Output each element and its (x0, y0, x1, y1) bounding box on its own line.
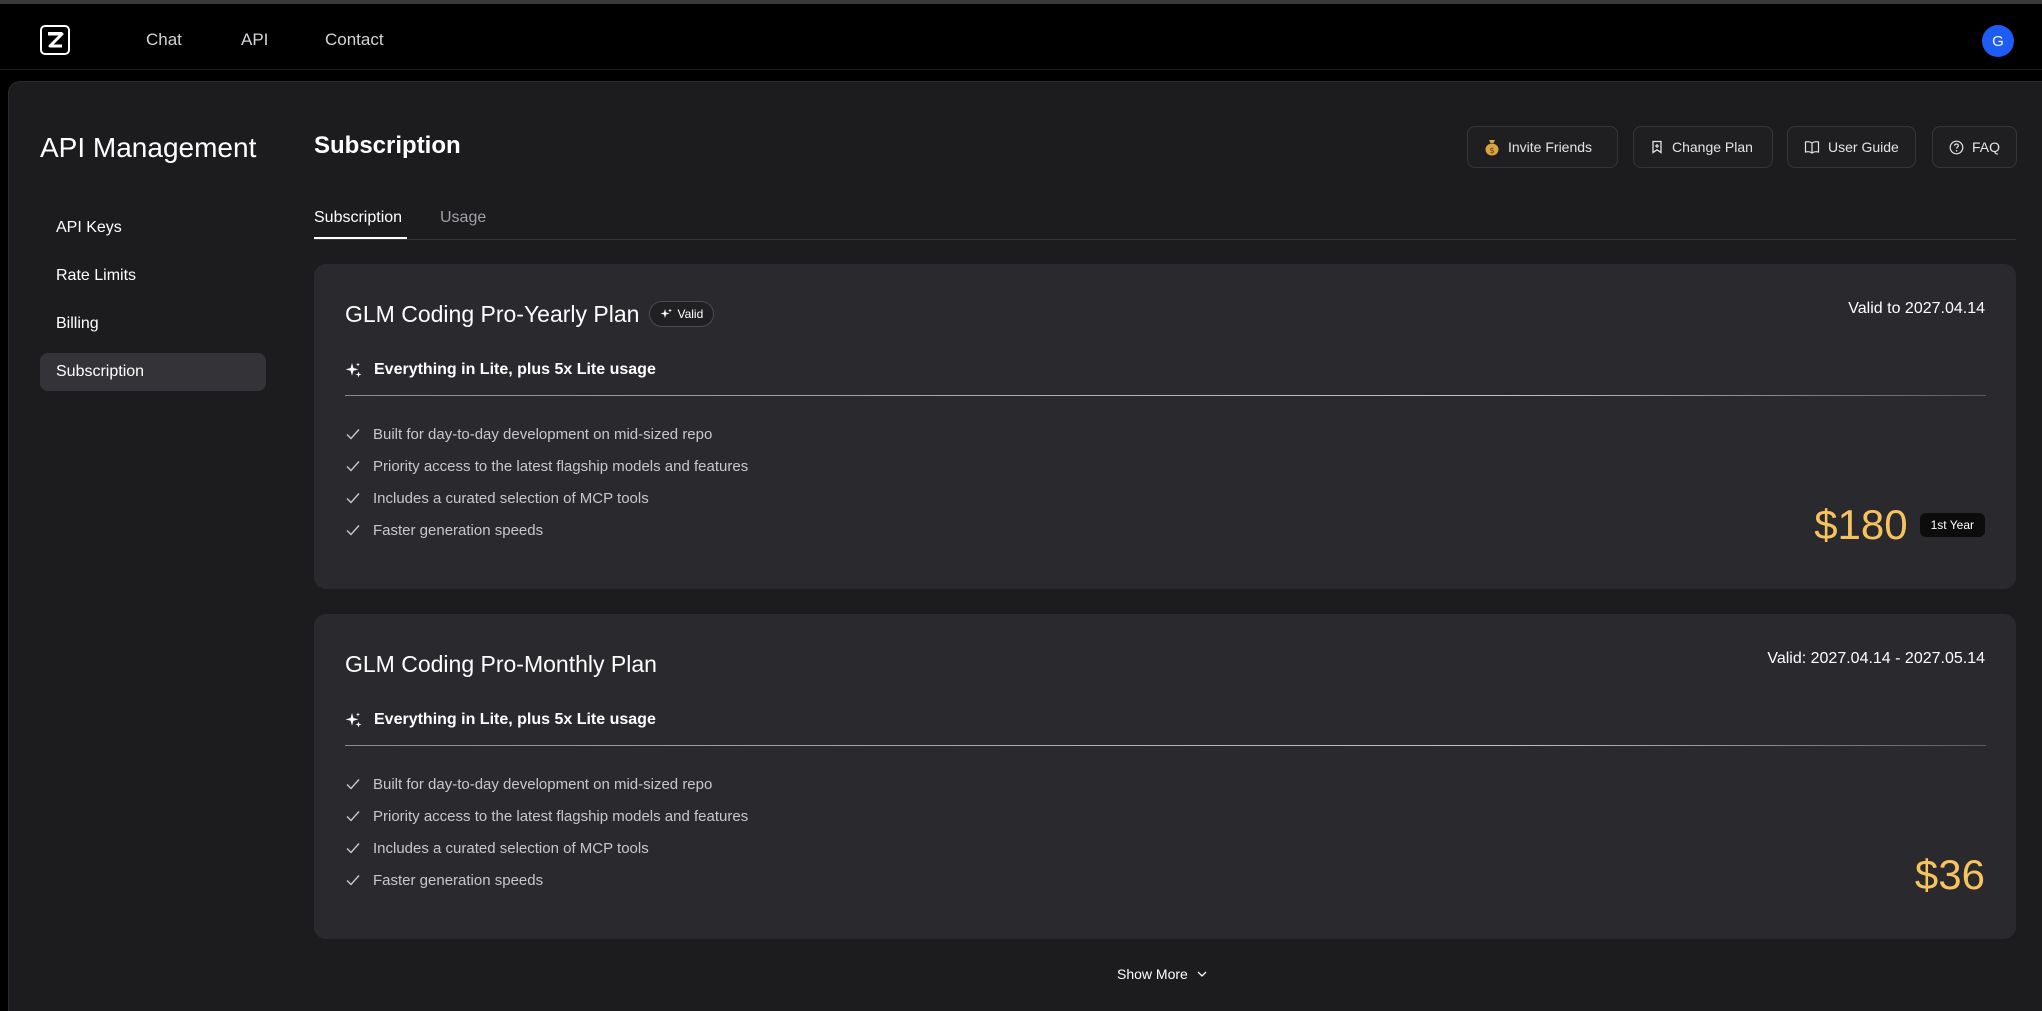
user-avatar[interactable]: G (1982, 25, 2014, 57)
plan-title: GLM Coding Pro-Monthly Plan (345, 649, 657, 679)
money-bag-icon: $ (1485, 140, 1499, 156)
plan-card-yearly: GLM Coding Pro-Yearly Plan Valid Valid t… (314, 264, 2016, 589)
nav-api[interactable]: API (241, 28, 268, 52)
plan-highlight: Everything in Lite, plus 5x Lite usage (345, 711, 656, 729)
change-plan-button[interactable]: Change Plan (1633, 126, 1773, 168)
feature-list: Built for day-to-day development on mid-… (345, 418, 748, 546)
price-block: $36 (1915, 851, 1985, 899)
feature-text: Includes a curated selection of MCP tool… (373, 489, 649, 507)
feature-text: Built for day-to-day development on mid-… (373, 425, 713, 443)
status-badge: Valid (649, 301, 715, 327)
feature-text: Priority access to the latest flagship m… (373, 807, 749, 825)
sparkles-icon (345, 712, 362, 727)
plan-highlight: Everything in Lite, plus 5x Lite usage (345, 361, 656, 379)
plan-highlight-text: Everything in Lite, plus 5x Lite usage (374, 711, 656, 728)
check-icon (346, 779, 360, 790)
list-item: Faster generation speeds (345, 864, 748, 896)
feature-text: Built for day-to-day development on mid-… (373, 775, 713, 793)
check-icon (346, 461, 360, 472)
book-icon (1804, 141, 1820, 154)
plan-price: $180 (1814, 501, 1908, 548)
sidebar-title: API Management (40, 132, 257, 163)
check-icon (346, 875, 360, 886)
plan-validity: Valid to 2027.04.14 (1848, 300, 1985, 317)
tab-subscription[interactable]: Subscription (314, 206, 402, 230)
list-item: Priority access to the latest flagship m… (345, 450, 748, 482)
tab-bar: Subscription Usage (314, 202, 2016, 240)
sparkles-icon (345, 362, 362, 377)
active-tab-indicator (314, 237, 407, 239)
sidebar-item-rate-limits[interactable]: Rate Limits (40, 257, 266, 295)
plan-card-monthly: GLM Coding Pro-Monthly Plan Valid: 2027.… (314, 614, 2016, 939)
show-more-label: Show More (1117, 966, 1188, 982)
sidebar-item-subscription[interactable]: Subscription (40, 353, 266, 391)
list-item: Includes a curated selection of MCP tool… (345, 832, 748, 864)
plan-highlight-text: Everything in Lite, plus 5x Lite usage (374, 361, 656, 378)
plan-price: $36 (1914, 851, 1985, 898)
plan-name: GLM Coding Pro-Yearly Plan (345, 301, 640, 327)
nav-contact[interactable]: Contact (325, 28, 384, 52)
page-title: Subscription (314, 132, 461, 159)
check-icon (346, 493, 360, 504)
plan-name: GLM Coding Pro-Monthly Plan (345, 651, 657, 677)
list-item: Faster generation speeds (345, 514, 748, 546)
sidebar-item-billing[interactable]: Billing (40, 305, 266, 343)
bookmark-icon (1652, 140, 1662, 154)
invite-friends-button[interactable]: $ Invite Friends (1467, 126, 1618, 168)
top-navbar: Chat API Contact G (0, 0, 2042, 70)
user-guide-button[interactable]: User Guide (1787, 126, 1916, 168)
list-item: Built for day-to-day development on mid-… (345, 768, 748, 800)
feature-text: Priority access to the latest flagship m… (373, 457, 749, 475)
faq-button[interactable]: FAQ (1932, 126, 2017, 168)
list-item: Includes a curated selection of MCP tool… (345, 482, 748, 514)
feature-text: Includes a curated selection of MCP tool… (373, 839, 649, 857)
price-block: $180 1st Year (1814, 501, 1985, 549)
period-badge: 1st Year (1919, 513, 1985, 537)
user-guide-label: User Guide (1828, 139, 1899, 155)
list-item: Priority access to the latest flagship m… (345, 800, 748, 832)
check-icon (346, 811, 360, 822)
help-circle-icon (1949, 140, 1964, 154)
z-logo-icon (48, 32, 64, 48)
sidebar-item-api-keys[interactable]: API Keys (40, 209, 266, 247)
nav-chat[interactable]: Chat (146, 28, 182, 52)
plan-validity: Valid: 2027.04.14 - 2027.05.14 (1767, 650, 1985, 667)
faq-label: FAQ (1972, 139, 2001, 155)
z-logo[interactable] (40, 25, 70, 55)
feature-list: Built for day-to-day development on mid-… (345, 768, 748, 896)
plan-title: GLM Coding Pro-Yearly Plan Valid (345, 299, 715, 329)
feature-text: Faster generation speeds (373, 521, 544, 539)
check-icon (346, 429, 360, 440)
tab-usage[interactable]: Usage (440, 206, 486, 230)
svg-text:$: $ (1489, 146, 1494, 155)
check-icon (346, 843, 360, 854)
change-plan-label: Change Plan (1672, 139, 1753, 155)
sparkles-icon (660, 308, 673, 318)
divider (345, 745, 1986, 746)
feature-text: Faster generation speeds (373, 871, 544, 889)
check-icon (346, 525, 360, 536)
show-more-button[interactable]: Show More (1117, 964, 1208, 984)
chevron-down-icon (1197, 971, 1207, 977)
list-item: Built for day-to-day development on mid-… (345, 418, 748, 450)
invite-friends-label: Invite Friends (1508, 139, 1593, 155)
status-badge-label: Valid (677, 307, 704, 321)
divider (345, 395, 1986, 396)
